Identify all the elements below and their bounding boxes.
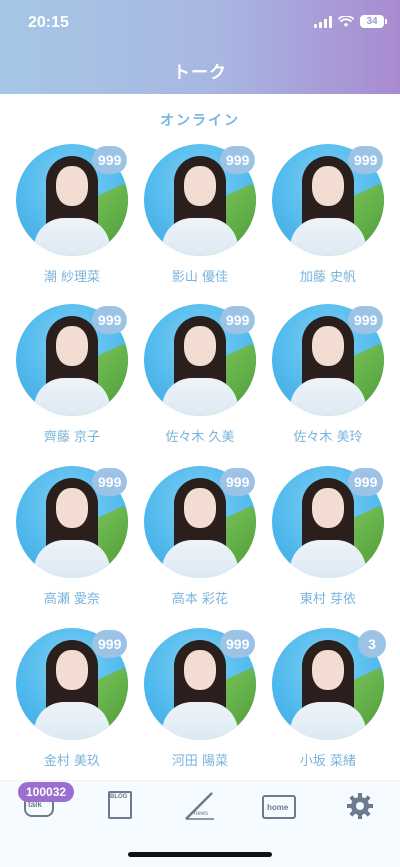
unread-count-badge: 999 bbox=[220, 468, 256, 496]
member-name: 金村 美玖 bbox=[43, 754, 101, 769]
wifi-icon bbox=[338, 15, 354, 27]
member-card[interactable]: 999 加藤 史帆 bbox=[266, 140, 396, 290]
status-icons: 34 bbox=[314, 15, 387, 28]
tab-news[interactable]: news bbox=[182, 791, 218, 823]
unread-count-badge: 999 bbox=[220, 306, 256, 334]
member-name: 齊藤 京子 bbox=[43, 430, 101, 445]
talk-unread-badge: 100032 bbox=[18, 782, 75, 802]
member-card[interactable]: 999 河田 陽菜 bbox=[138, 624, 268, 774]
member-name: 影山 優佳 bbox=[171, 270, 229, 285]
tab-blog-label: BLOG bbox=[110, 794, 128, 800]
page-title: トーク bbox=[173, 63, 227, 83]
member-card[interactable]: 999 金村 美玖 bbox=[10, 624, 140, 774]
member-name: 東村 芽依 bbox=[299, 592, 357, 607]
status-time: 20:15 bbox=[28, 14, 69, 31]
member-name: 佐々木 美玲 bbox=[293, 430, 363, 445]
unread-count-badge: 999 bbox=[348, 306, 384, 334]
member-name: 高本 彩花 bbox=[171, 592, 229, 607]
member-card[interactable]: 999 佐々木 久美 bbox=[138, 300, 268, 450]
unread-count-badge: 3 bbox=[358, 630, 386, 658]
member-name: 高瀬 愛奈 bbox=[43, 592, 101, 607]
unread-count-badge: 999 bbox=[348, 146, 384, 174]
member-name: 佐々木 久美 bbox=[165, 430, 235, 445]
member-name: 潮 紗理菜 bbox=[43, 270, 101, 285]
tab-blog[interactable]: BLOG bbox=[102, 791, 138, 823]
unread-count-badge: 999 bbox=[220, 630, 256, 658]
unread-count-badge: 999 bbox=[92, 306, 128, 334]
cellular-signal-icon bbox=[314, 15, 332, 28]
home-indicator[interactable] bbox=[128, 852, 272, 857]
member-card[interactable]: 999 東村 芽依 bbox=[266, 462, 396, 612]
unread-count-badge: 999 bbox=[348, 468, 384, 496]
unread-count-badge: 999 bbox=[92, 468, 128, 496]
member-name: 河田 陽菜 bbox=[171, 754, 229, 769]
member-card[interactable]: 999 齊藤 京子 bbox=[10, 300, 140, 450]
news-pen-icon bbox=[185, 792, 214, 820]
tab-home[interactable]: home bbox=[262, 791, 298, 823]
app-header: 20:15 34 トーク bbox=[0, 0, 400, 94]
tab-news-label: news bbox=[194, 811, 209, 817]
member-card[interactable]: 999 高瀬 愛奈 bbox=[10, 462, 140, 612]
unread-count-badge: 999 bbox=[220, 146, 256, 174]
unread-count-badge: 999 bbox=[92, 630, 128, 658]
member-card[interactable]: 999 高本 彩花 bbox=[138, 462, 268, 612]
member-name: 加藤 史帆 bbox=[299, 270, 357, 285]
unread-count-badge: 999 bbox=[92, 146, 128, 174]
section-title-online: オンライン bbox=[160, 113, 240, 129]
member-card[interactable]: 999 影山 優佳 bbox=[138, 140, 268, 290]
gear-icon bbox=[347, 793, 373, 819]
battery-icon: 34 bbox=[360, 15, 387, 28]
member-card[interactable]: 3 小坂 菜緒 bbox=[266, 624, 396, 774]
member-name: 小坂 菜緒 bbox=[299, 754, 357, 769]
member-card[interactable]: 999 佐々木 美玲 bbox=[266, 300, 396, 450]
tab-home-label: home bbox=[267, 803, 289, 812]
tab-settings[interactable] bbox=[342, 791, 378, 823]
member-card[interactable]: 999 潮 紗理菜 bbox=[10, 140, 140, 290]
